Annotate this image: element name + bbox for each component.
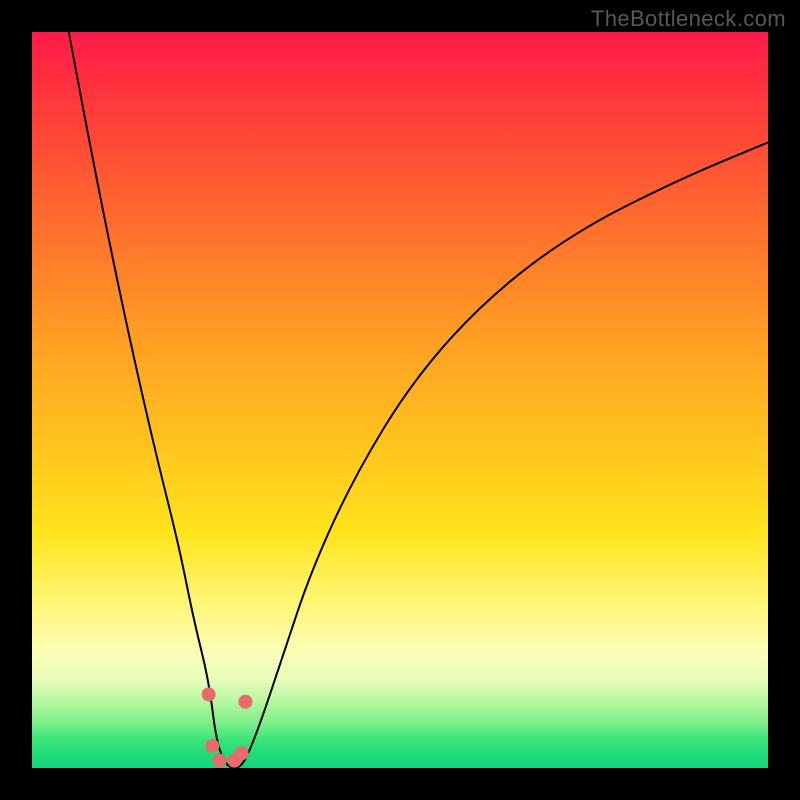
curve-marker [213,754,227,768]
curve-marker [202,687,216,701]
chart-frame: TheBottleneck.com [0,0,800,800]
watermark-text: TheBottleneck.com [591,6,786,32]
curve-marker [238,695,252,709]
curve-marker [205,739,219,753]
curve-markers [202,687,253,767]
curve-layer [32,32,768,768]
bottleneck-curve [69,32,768,768]
curve-marker [235,746,249,760]
plot-area [32,32,768,768]
